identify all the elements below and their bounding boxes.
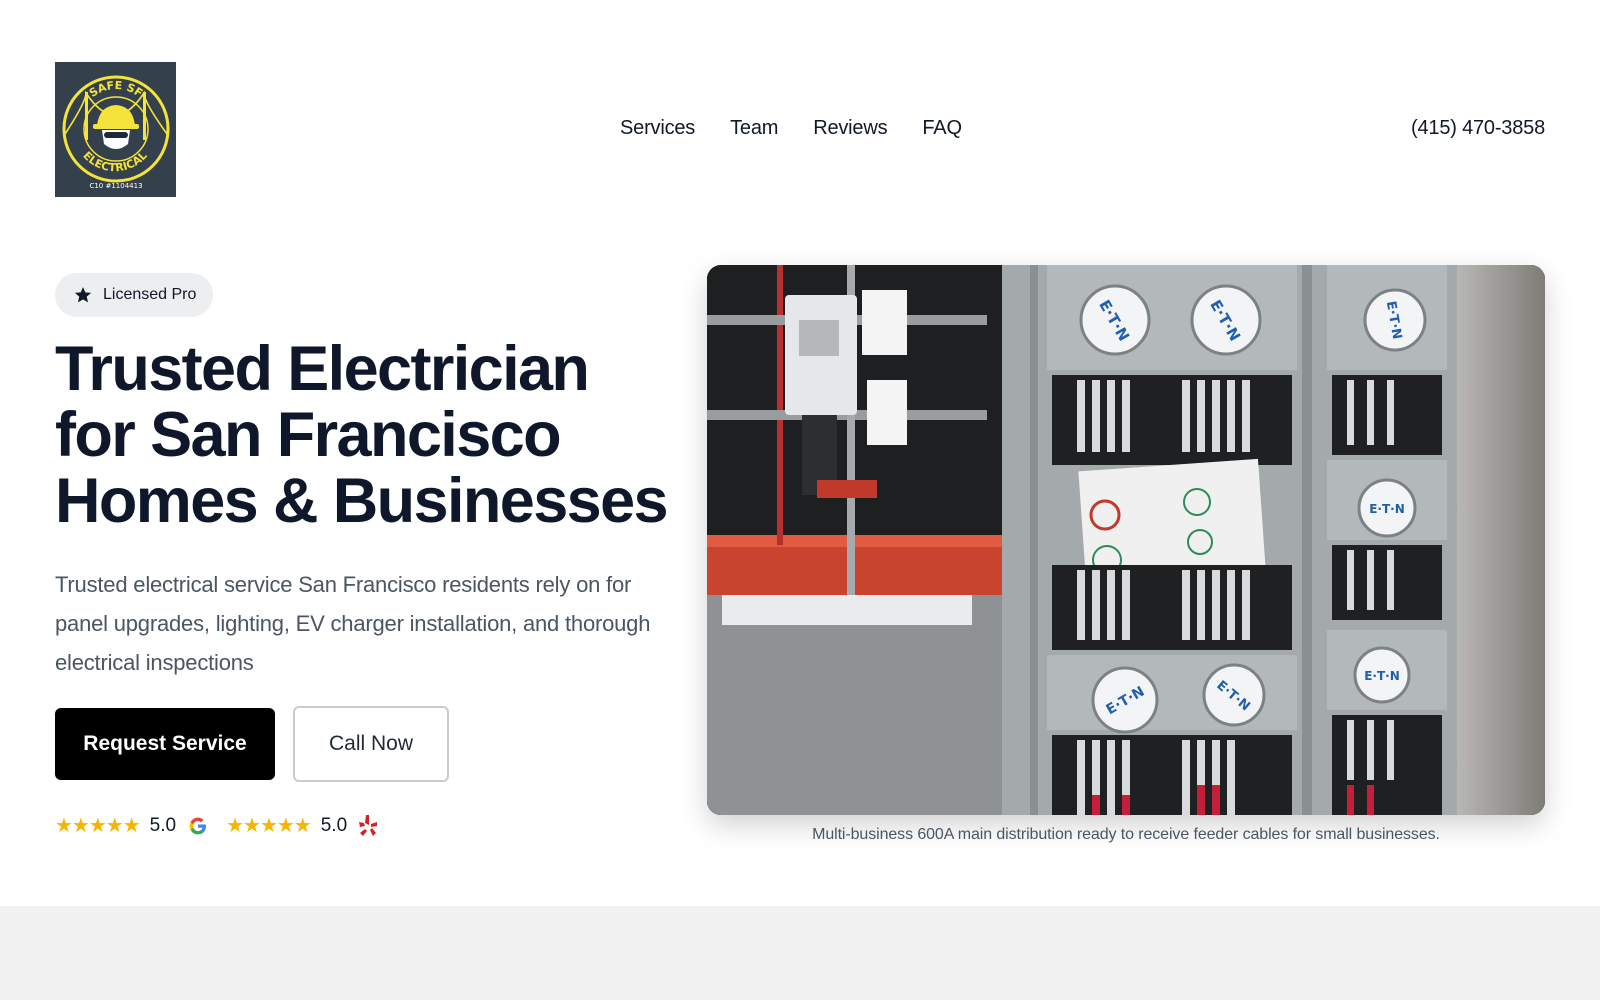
logo-license-text: C10 #1104413 [89,182,142,190]
google-rating-score: 5.0 [149,815,177,836]
google-icon[interactable] [188,816,208,836]
headline-line-3: Homes & Businesses [55,466,669,536]
headline-line-1: Trusted Electrician [55,334,590,404]
meter-label: E·T·N [1364,669,1400,683]
request-service-button[interactable]: Request Service [55,708,275,780]
badge-label: Licensed Pro [103,286,197,303]
meter-label: E·T·N [1369,502,1405,516]
star-icon [74,287,92,303]
phone-link[interactable]: (415) 470-3858 [1411,116,1545,140]
hero-headline: Trusted Electrician for San Francisco Ho… [55,336,695,534]
electrical-panel-illustration: E·T·N E·T·N E·T·N E·T·N E·T·N E·T·N E·T·… [707,265,1545,815]
nav-reviews[interactable]: Reviews [813,116,887,140]
hero-photo-electrical-panel: E·T·N E·T·N E·T·N E·T·N E·T·N E·T·N E·T·… [707,265,1545,815]
logo-graphic: SAFE SF ELECTRICAL C10 #1104413 [62,75,170,190]
ratings-row: ★★★★★ 5.0 ★★★★★ 5.0 [55,812,379,840]
nav-faq[interactable]: FAQ [922,116,962,140]
licensed-pro-badge: Licensed Pro [55,273,213,317]
photo-caption: Multi-business 600A main distribution re… [812,826,1440,843]
nav-services[interactable]: Services [620,116,695,140]
google-rating-stars: ★★★★★ [55,815,141,837]
hero-subtext: Trusted electrical service San Francisco… [55,572,651,675]
main-nav: Services Team Reviews FAQ [620,116,962,140]
next-section-band [0,906,1600,1000]
yelp-rating-stars: ★★★★★ [226,815,312,837]
logo[interactable]: SAFE SF ELECTRICAL C10 #1104413 [55,62,176,197]
nav-team[interactable]: Team [730,116,778,140]
headline-line-2: for San Francisco [55,400,562,470]
yelp-icon[interactable] [357,813,379,839]
call-now-button[interactable]: Call Now [293,706,449,782]
meter-row-top: E·T·N E·T·N E·T·N [1047,265,1447,370]
site-header: SAFE SF ELECTRICAL C10 #1104413 Services… [55,62,1545,197]
yelp-rating-score: 5.0 [320,815,348,836]
